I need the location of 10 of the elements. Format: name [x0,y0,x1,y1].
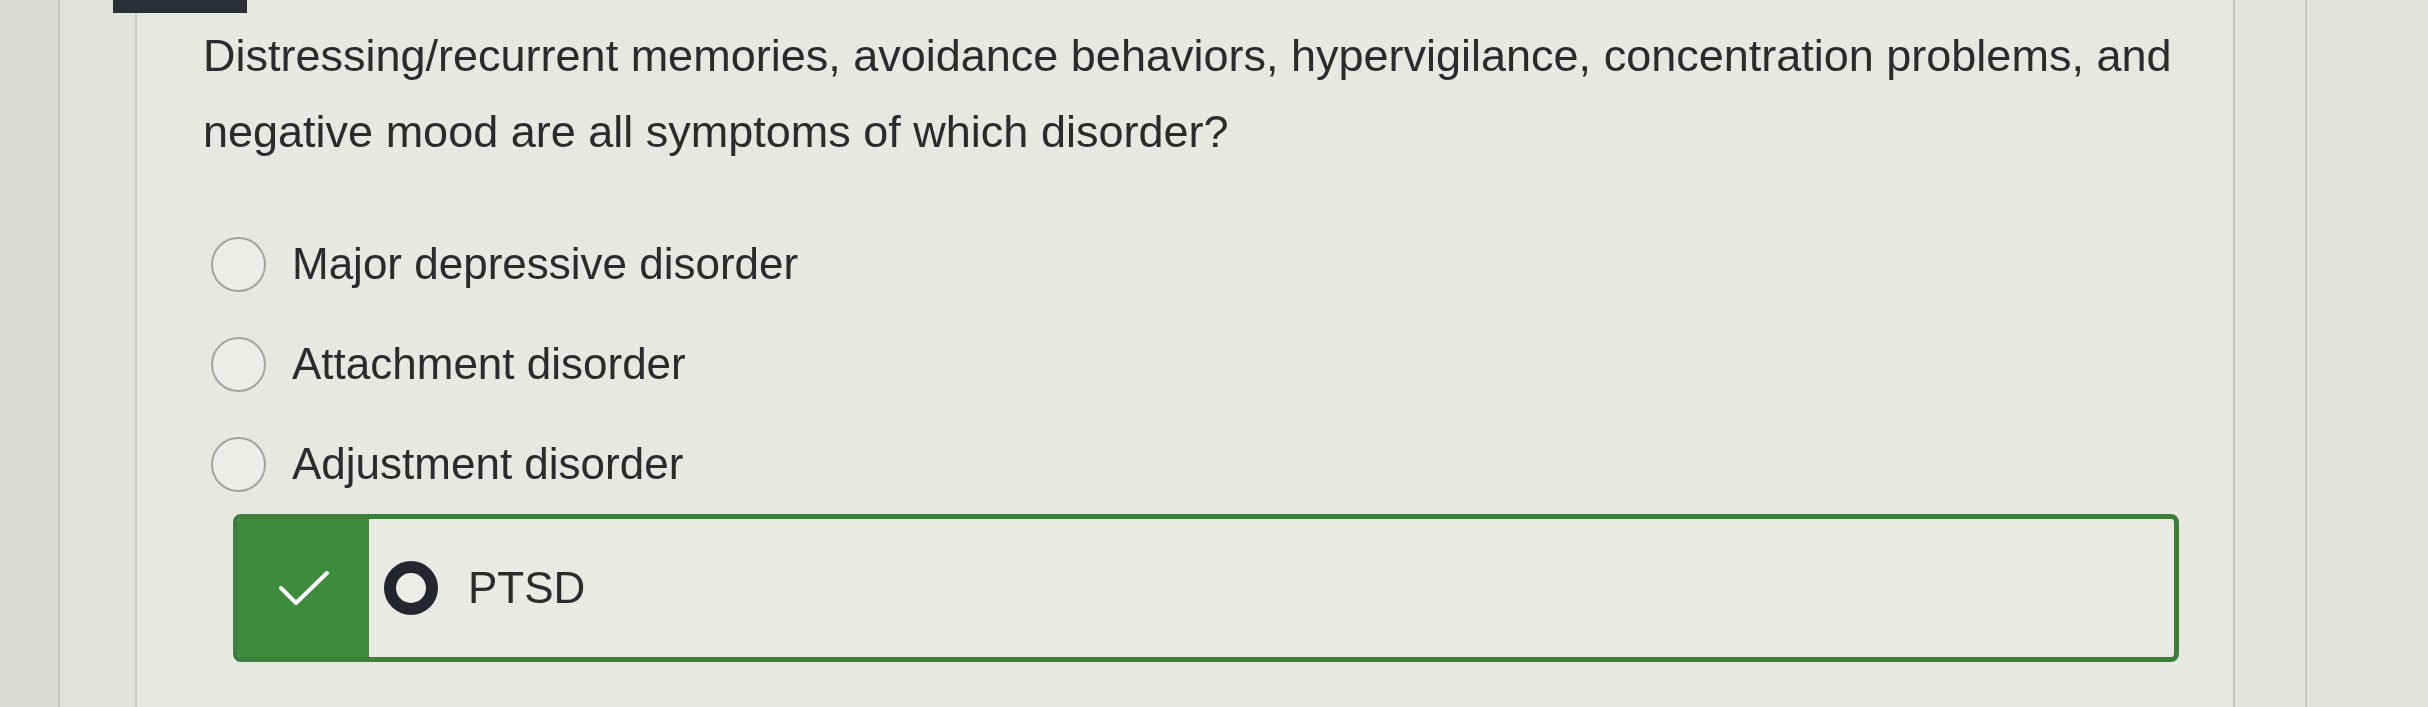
option-label: Attachment disorder [292,338,686,390]
option-label: Adjustment disorder [292,438,684,490]
option-label: Major depressive disorder [292,238,799,290]
radio-button[interactable] [384,561,438,615]
question-text: Distressing/recurrent memories, avoidance behaviors, hypervigilance, concentration problems, and negative mood are all symptoms of which disorder? [203,29,2173,159]
radio-button[interactable] [211,336,266,392]
option-label: PTSD [468,562,586,614]
radio-button[interactable] [211,236,266,292]
radio-button[interactable] [211,436,266,492]
checkmark-icon [277,570,330,606]
